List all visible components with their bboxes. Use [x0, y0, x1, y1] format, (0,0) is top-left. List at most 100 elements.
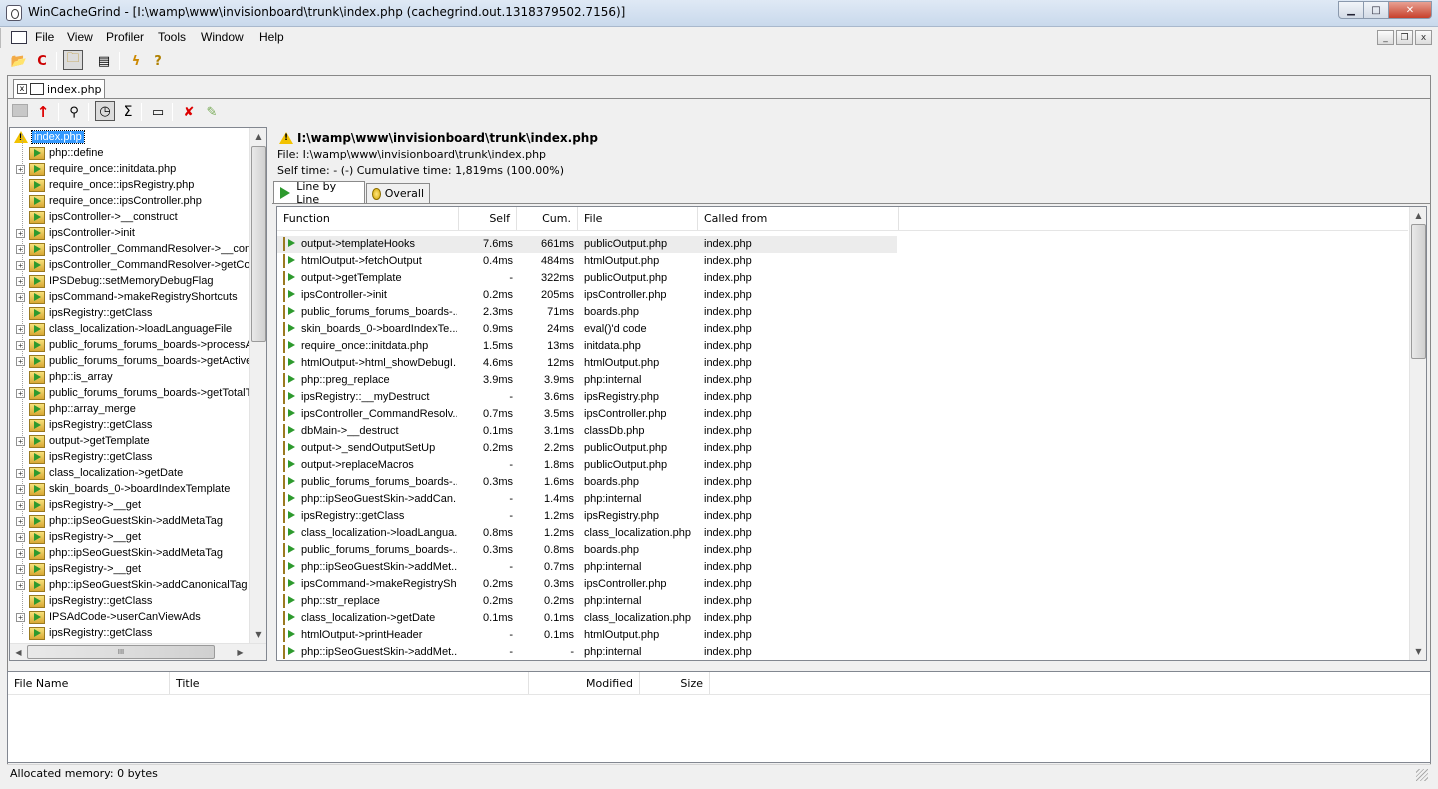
help-icon[interactable]: ?: [148, 51, 168, 71]
grid-row[interactable]: php::preg_replace 3.9ms 3.9ms php:internal i…: [277, 372, 897, 389]
grid-row[interactable]: htmlOutput->printHeader - 0.1ms htmlOutput.…: [277, 627, 897, 644]
grid-row[interactable]: php::str_replace 0.2ms 0.2ms php:internal in…: [277, 593, 897, 610]
resize-grip[interactable]: [1416, 769, 1428, 781]
find-icon[interactable]: ⚲: [64, 102, 84, 122]
menu-help[interactable]: Help: [259, 30, 284, 44]
grid-row[interactable]: ipsRegistry::__myDestruct - 3.6ms ipsRegist…: [277, 389, 897, 406]
remove-icon[interactable]: ✘: [179, 102, 199, 122]
scroll-right-icon[interactable]: ▶: [232, 644, 249, 661]
up-arrow-icon[interactable]: ↑: [33, 102, 53, 122]
tab-close-icon[interactable]: x: [17, 84, 27, 94]
open-file-icon[interactable]: 📂: [9, 51, 29, 71]
grid-row[interactable]: php::ipSeoGuestSkin->addMet... - - php:inte…: [277, 644, 897, 659]
mdi-close-button[interactable]: x: [1415, 30, 1432, 45]
tree-item[interactable]: + ipsController_CommandResolver->getCom: [16, 257, 260, 273]
tab-index-php[interactable]: x index.php: [13, 79, 105, 98]
column-header-size[interactable]: Size: [640, 672, 710, 694]
tree-item[interactable]: + ipsRegistry->__get: [16, 529, 141, 545]
tree-item[interactable]: ipsRegistry::getClass: [16, 449, 152, 465]
grid-row[interactable]: class_localization->loadLangua... 0.8ms 1.…: [277, 525, 897, 542]
grid-row[interactable]: skin_boards_0->boardIndexTe... 0.9ms 24ms …: [277, 321, 897, 338]
grid-row[interactable]: output->replaceMacros - 1.8ms publicOutput.…: [277, 457, 897, 474]
tree-item[interactable]: ipsRegistry::getClass: [16, 593, 152, 609]
tree-item[interactable]: + ipsController_CommandResolver->__cons: [16, 241, 257, 257]
menu-file[interactable]: File: [35, 30, 54, 44]
tree-item[interactable]: + IPSAdCode->userCanViewAds: [16, 609, 201, 625]
close-button[interactable]: ✕: [1388, 1, 1432, 19]
time-icon[interactable]: ◷: [95, 101, 115, 121]
menu-profiler[interactable]: Profiler: [106, 30, 144, 44]
tree-scroll-thumb[interactable]: [251, 146, 266, 342]
call-tree[interactable]: index.php php::define+require_once::init…: [9, 127, 267, 661]
tree-item[interactable]: ipsRegistry::getClass: [16, 417, 152, 433]
tree-item[interactable]: + php::ipSeoGuestSkin->addMetaTag: [16, 513, 223, 529]
minimize-button[interactable]: ▁: [1338, 1, 1364, 19]
grid-row[interactable]: public_forums_forums_boards-... 2.3ms 71ms…: [277, 304, 897, 321]
tab-line-by-line[interactable]: Line by Line: [273, 180, 365, 206]
grid-row[interactable]: php::ipSeoGuestSkin->addMet... - 0.7ms php:…: [277, 559, 897, 576]
app-icon[interactable]: [6, 5, 22, 21]
grid-row[interactable]: ipsController->init 0.2ms 205ms ipsControll…: [277, 287, 897, 304]
grid-scroll-down-icon[interactable]: ▼: [1410, 643, 1427, 660]
menu-view[interactable]: View: [67, 30, 93, 44]
tree-item[interactable]: ipsRegistry::getClass: [16, 625, 152, 641]
tree-item[interactable]: + public_forums_forums_boards->processAll: [16, 337, 258, 353]
mdi-restore-button[interactable]: ❐: [1396, 30, 1413, 45]
maximize-button[interactable]: □: [1363, 1, 1389, 19]
column-header-self[interactable]: Self: [459, 207, 517, 230]
grid-row[interactable]: public_forums_forums_boards-... 0.3ms 1.6m…: [277, 474, 897, 491]
title-bar[interactable]: WinCacheGrind - [I:\wamp\www\invisionboa…: [0, 0, 1438, 27]
line-by-line-grid[interactable]: Function Self Cum. File Called from outp…: [276, 206, 1427, 661]
grid-row[interactable]: output->_sendOutputSetUp 0.2ms 2.2ms public…: [277, 440, 897, 457]
tree-item[interactable]: + IPSDebug::setMemoryDebugFlag: [16, 273, 213, 289]
properties-icon[interactable]: ▤: [94, 51, 114, 71]
menu-tools[interactable]: Tools: [158, 30, 186, 44]
tree-item[interactable]: + class_localization->loadLanguageFile: [16, 321, 232, 337]
tree-item[interactable]: require_once::ipsRegistry.php: [16, 177, 194, 193]
tree-vertical-scrollbar[interactable]: ▲ ▼: [249, 128, 266, 643]
grid-row[interactable]: class_localization->getDate 0.1ms 0.1ms cla…: [277, 610, 897, 627]
mdi-doc-icon[interactable]: [11, 31, 27, 44]
grid-row[interactable]: htmlOutput->fetchOutput 0.4ms 484ms htmlOut…: [277, 253, 897, 270]
grid-row[interactable]: output->getTemplate - 322ms publicOutput.ph…: [277, 270, 897, 287]
tree-item[interactable]: + ipsRegistry->__get: [16, 497, 141, 513]
tree-item[interactable]: + public_forums_forums_boards->getTotalTe: [16, 385, 257, 401]
tree-item[interactable]: + ipsRegistry->__get: [16, 561, 141, 577]
grid-row[interactable]: php::ipSeoGuestSkin->addCan... - 1.4ms php:…: [277, 491, 897, 508]
column-header-called-from[interactable]: Called from: [698, 207, 899, 230]
column-header-file-name[interactable]: File Name: [8, 672, 170, 694]
grid-row[interactable]: output->templateHooks 7.6ms 661ms publicOut…: [277, 236, 897, 253]
tree-item[interactable]: ipsController->__construct: [16, 209, 178, 225]
export-icon[interactable]: ✎: [202, 102, 222, 122]
grid-row[interactable]: require_once::initdata.php 1.5ms 13ms initd…: [277, 338, 897, 355]
grid-row[interactable]: public_forums_forums_boards-... 0.3ms 0.8m…: [277, 542, 897, 559]
tab-overall[interactable]: Overall: [366, 183, 430, 203]
grid-row[interactable]: ipsCommand->makeRegistrySh... 0.2ms 0.3ms i…: [277, 576, 897, 593]
grid-icon[interactable]: ▭: [148, 102, 168, 122]
scroll-down-icon[interactable]: ▼: [250, 626, 267, 643]
grid-row[interactable]: ipsRegistry::getClass - 1.2ms ipsRegistry.p…: [277, 508, 897, 525]
grid-scroll-up-icon[interactable]: ▲: [1410, 207, 1427, 224]
menu-window[interactable]: Window: [201, 30, 244, 44]
tree-item[interactable]: require_once::ipsController.php: [16, 193, 202, 209]
tree-item[interactable]: + php::ipSeoGuestSkin->addCanonicalTag: [16, 577, 247, 593]
reload-icon[interactable]: C: [32, 51, 52, 71]
files-panel[interactable]: File Name Title Modified Size: [7, 671, 1431, 763]
scroll-up-icon[interactable]: ▲: [250, 128, 267, 145]
tree-item[interactable]: ipsRegistry::getClass: [16, 305, 152, 321]
scroll-left-icon[interactable]: ◀: [10, 644, 27, 661]
grid-row[interactable]: dbMain->__destruct 0.1ms 3.1ms classDb.php i…: [277, 423, 897, 440]
sum-icon[interactable]: Σ: [118, 102, 138, 122]
tree-item[interactable]: + public_forums_forums_boards->getActiveU: [16, 353, 260, 369]
tree-item[interactable]: + class_localization->getDate: [16, 465, 183, 481]
grid-scroll-thumb[interactable]: [1411, 224, 1426, 359]
column-header-modified[interactable]: Modified: [529, 672, 640, 694]
tree-item[interactable]: + skin_boards_0->boardIndexTemplate: [16, 481, 230, 497]
grid-row[interactable]: htmlOutput->html_showDebugI... 4.6ms 12ms h…: [277, 355, 897, 372]
column-header-function[interactable]: Function: [277, 207, 459, 230]
tree-hscroll-thumb[interactable]: III: [27, 645, 215, 659]
column-header-title[interactable]: Title: [170, 672, 529, 694]
column-header-cum[interactable]: Cum.: [517, 207, 578, 230]
mdi-minimize-button[interactable]: _: [1377, 30, 1394, 45]
tree-item[interactable]: + output->getTemplate: [16, 433, 150, 449]
